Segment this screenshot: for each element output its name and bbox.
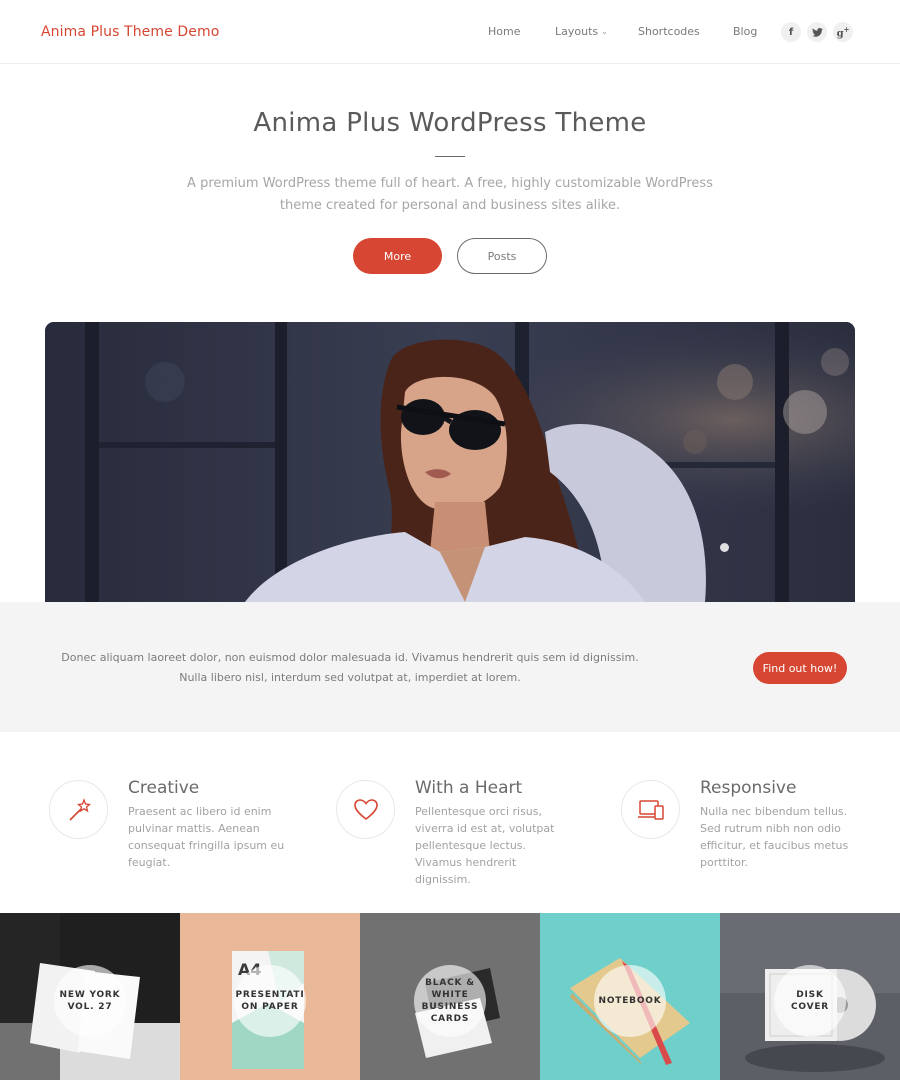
slider-indicator-dot[interactable] xyxy=(720,543,729,552)
twitter-icon[interactable] xyxy=(807,22,827,42)
chevron-down-icon: ⌄ xyxy=(601,27,608,36)
tile-label-circle: DISK COVER xyxy=(774,965,846,1037)
hero-title: Anima Plus WordPress Theme xyxy=(253,108,647,138)
feature-title: With a Heart xyxy=(415,778,523,798)
hero-description: A premium WordPress theme full of heart.… xyxy=(187,176,713,213)
tile-label-circle: NOTEBOOK xyxy=(594,965,666,1037)
site-header: Anima Plus Theme Demo Home Layouts ⌄ Shor… xyxy=(0,0,900,64)
portfolio-tiles: NEW YORK VOL. 27 A4 PRESENTATI ON PAPER … xyxy=(0,913,900,1080)
tile-label: BLACK & WHITE BUSINESS CARDS xyxy=(421,978,479,1024)
woman-with-sunglasses-photo xyxy=(45,322,855,602)
callout-text: Donec aliquam laoreet dolor, non euismod… xyxy=(61,651,639,684)
feature-title: Responsive xyxy=(700,778,797,798)
facebook-icon[interactable]: f xyxy=(781,22,801,42)
portfolio-tile[interactable]: NEW YORK VOL. 27 xyxy=(0,913,180,1080)
feature-responsive: Responsive Nulla nec bibendum tellus. Se… xyxy=(621,778,891,890)
hero-divider xyxy=(435,156,465,157)
heart-icon xyxy=(336,780,395,839)
portfolio-tile[interactable]: NOTEBOOK xyxy=(540,913,720,1080)
find-out-how-button[interactable]: Find out how! xyxy=(753,652,847,684)
more-button[interactable]: More xyxy=(353,238,442,274)
google-plus-icon[interactable]: g+ xyxy=(833,22,853,42)
portfolio-tile[interactable]: A4 PRESENTATI ON PAPER xyxy=(180,913,360,1080)
feature-creative: Creative Praesent ac libero id enim pulv… xyxy=(49,778,319,890)
posts-button[interactable]: Posts xyxy=(457,238,547,274)
hero-slider-image xyxy=(45,322,855,602)
tile-label: PRESENTATI ON PAPER xyxy=(235,990,305,1012)
tile-label: DISK COVER xyxy=(790,990,830,1012)
nav-item-blog[interactable]: Blog xyxy=(733,25,757,38)
tile-label-circle: BLACK & WHITE BUSINESS CARDS xyxy=(414,965,486,1037)
tile-label-circle: PRESENTATI ON PAPER xyxy=(234,965,306,1037)
magic-wand-icon xyxy=(49,780,108,839)
portfolio-tile[interactable]: DISK COVER xyxy=(720,913,900,1080)
nav-item-label: Layouts xyxy=(555,25,599,38)
feature-with-a-heart: With a Heart Pellentesque orci risus, vi… xyxy=(336,778,606,890)
feature-description: Nulla nec bibendum tellus. Sed rutrum ni… xyxy=(700,805,849,869)
feature-title: Creative xyxy=(128,778,200,798)
devices-icon xyxy=(621,780,680,839)
site-title-link[interactable]: Anima Plus Theme Demo xyxy=(41,24,219,40)
portfolio-tile[interactable]: BLACK & WHITE BUSINESS CARDS xyxy=(360,913,540,1080)
feature-description: Praesent ac libero id enim pulvinar matt… xyxy=(128,805,285,869)
nav-item-layouts[interactable]: Layouts ⌄ xyxy=(555,25,608,38)
feature-description: Pellentesque orci risus, viverra id est … xyxy=(415,805,555,886)
nav-item-home[interactable]: Home xyxy=(488,25,520,38)
nav-item-shortcodes[interactable]: Shortcodes xyxy=(638,25,700,38)
tile-label: NOTEBOOK xyxy=(598,996,662,1006)
tile-label-circle: NEW YORK VOL. 27 xyxy=(54,965,126,1037)
callout-band: Donec aliquam laoreet dolor, non euismod… xyxy=(0,602,900,732)
tile-label: NEW YORK VOL. 27 xyxy=(59,990,121,1012)
